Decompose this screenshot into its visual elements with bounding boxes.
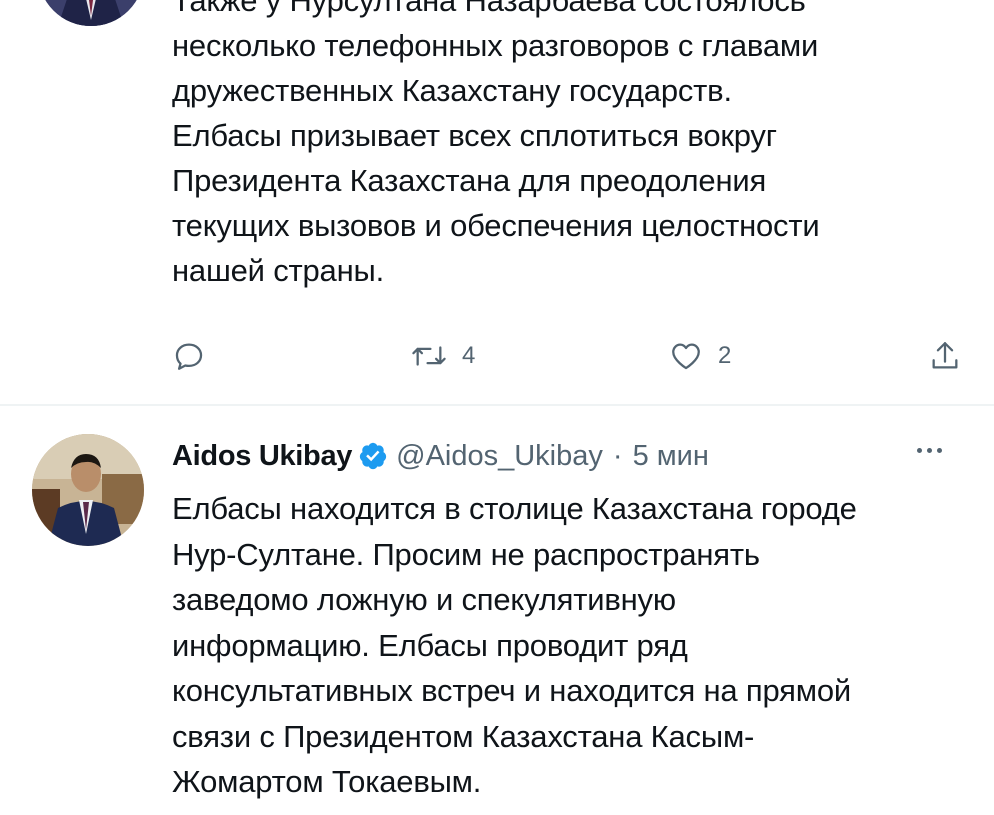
tweet-thread: Также у Нурсултана Назарбаева состоялось… bbox=[0, 0, 994, 815]
tweet-text-line: связи с Президентом Казахстана Касым- bbox=[172, 718, 755, 754]
verified-badge-icon bbox=[358, 441, 388, 471]
tweet-main[interactable]: Aidos Ukibay @Aidos_Ukibay · 5 мин Елбас… bbox=[0, 406, 994, 815]
tweet-text-line: Нур-Султане. Просим не распространять bbox=[172, 536, 760, 572]
reply-button[interactable] bbox=[172, 332, 206, 380]
tweet-actions: 4 2 bbox=[172, 332, 972, 380]
tweet-text: Также у Нурсултана Назарбаева состоялось… bbox=[172, 0, 972, 293]
tweet-header: Aidos Ukibay @Aidos_Ukibay · 5 мин bbox=[172, 436, 972, 476]
share-button[interactable] bbox=[928, 332, 962, 380]
tweet-previous[interactable]: Также у Нурсултана Назарбаева состоялось… bbox=[0, 0, 994, 404]
retweet-icon bbox=[412, 346, 446, 366]
heart-icon bbox=[672, 343, 700, 370]
tweet-timestamp[interactable]: 5 мин bbox=[633, 440, 709, 473]
tweet-text-line: консультативных встреч и находится на пр… bbox=[172, 673, 852, 708]
author-name[interactable]: Aidos Ukibay bbox=[172, 440, 352, 473]
tweet-text: Елбасы находится в столице Казахстана го… bbox=[172, 486, 982, 805]
tweet-text-line: текущих вызовов и обеспечения целостност… bbox=[172, 208, 820, 243]
tweet-text-line: Жомартом Токаевым. bbox=[172, 764, 482, 799]
reply-icon bbox=[175, 343, 203, 370]
tweet-text-line: несколько телефонных разговоров с главам… bbox=[172, 28, 819, 63]
tweet-text-line: Елбасы призывает всех сплотиться вокруг bbox=[172, 118, 777, 153]
tweet-text-line: Елбасы находится в столице Казахстана го… bbox=[172, 491, 857, 526]
author-handle[interactable]: @Aidos_Ukibay bbox=[396, 440, 603, 473]
avatar[interactable] bbox=[32, 434, 144, 546]
tweet-text-line: Президента Казахстана для преодоления bbox=[172, 163, 767, 198]
tweet-text-line: Также у Нурсултана Назарбаева состоялось bbox=[172, 0, 806, 18]
tweet-text-line: дружественных Казахстану государств. bbox=[172, 73, 732, 108]
separator-dot: · bbox=[612, 439, 623, 472]
like-count: 2 bbox=[718, 342, 732, 369]
retweet-button[interactable]: 4 bbox=[410, 332, 475, 380]
tweet-text-line: информацию. Елбасы проводит ряд bbox=[172, 627, 688, 663]
tweet-text-line: нашей страны. bbox=[172, 253, 384, 288]
avatar[interactable] bbox=[38, 0, 144, 26]
more-options-icon[interactable] bbox=[917, 448, 942, 453]
share-icon bbox=[932, 342, 958, 369]
retweet-count: 4 bbox=[462, 342, 476, 369]
tweet-text-line: заведомо ложную и спекулятивную bbox=[172, 582, 676, 617]
like-button[interactable]: 2 bbox=[668, 332, 731, 380]
